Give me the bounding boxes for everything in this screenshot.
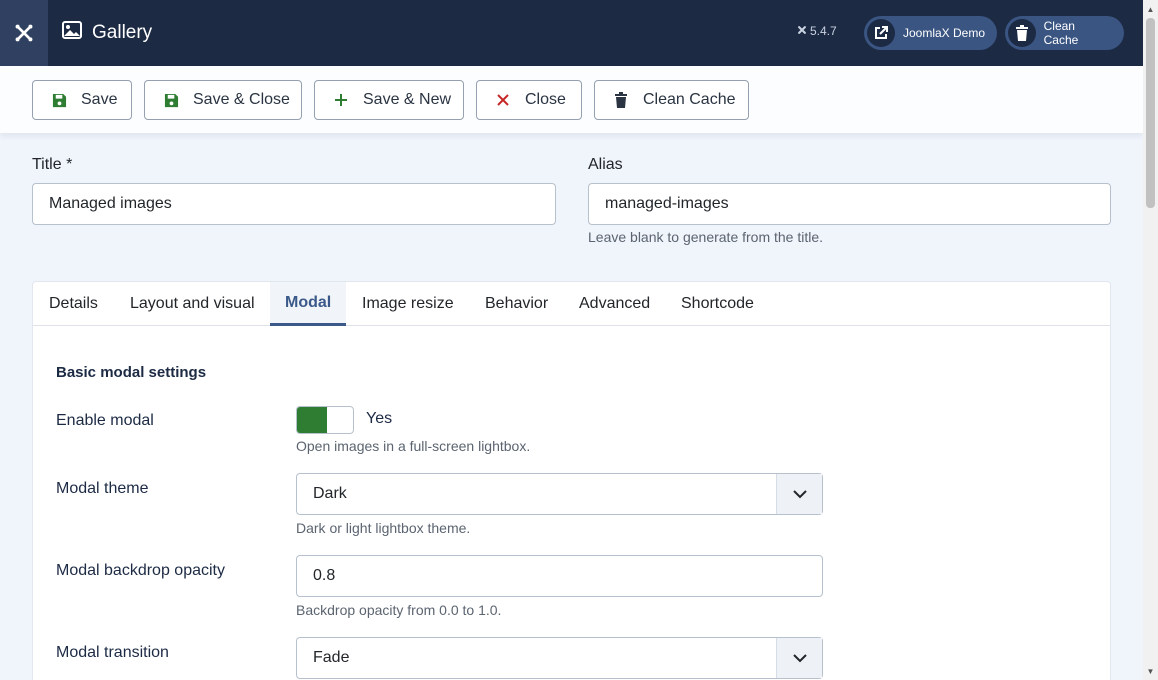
trash-icon [613, 92, 629, 108]
header-clean-cache-button[interactable]: Clean Cache [1005, 16, 1124, 50]
tab-details[interactable]: Details [49, 282, 98, 326]
tab-behavior[interactable]: Behavior [485, 282, 548, 326]
joomla-logo-icon[interactable] [0, 0, 48, 66]
tab-shortcode[interactable]: Shortcode [681, 282, 754, 326]
tab-advanced[interactable]: Advanced [579, 282, 650, 326]
enable-modal-help: Open images in a full-screen lightbox. [296, 438, 531, 454]
save-close-button[interactable]: Save & Close [144, 80, 302, 120]
section-title: Basic modal settings [56, 364, 207, 381]
version-badge: 5.4.7 [797, 24, 837, 38]
tab-layout-and-visual[interactable]: Layout and visual [130, 282, 255, 326]
tab-bar: Details Layout and visual Modal Image re… [33, 282, 1110, 326]
title-input[interactable]: Managed images [32, 183, 556, 225]
plus-icon [333, 93, 349, 107]
joomla-small-icon [797, 24, 807, 38]
chevron-down-icon [776, 638, 822, 678]
external-link-icon [867, 19, 895, 47]
image-icon [62, 21, 82, 45]
toggle-on-indicator [297, 407, 327, 433]
close-button[interactable]: Close [476, 80, 582, 120]
title-label: Title * [32, 156, 73, 173]
scrollbar-thumb[interactable] [1146, 18, 1155, 208]
close-label: Close [525, 91, 566, 108]
page-scrollbar[interactable]: ▲ ▼ [1143, 0, 1158, 680]
save-new-button[interactable]: Save & New [314, 80, 464, 120]
alias-input[interactable]: managed-images [588, 183, 1111, 225]
backdrop-opacity-label: Modal backdrop opacity [56, 562, 225, 579]
modal-theme-help: Dark or light lightbox theme. [296, 520, 471, 536]
x-icon [495, 94, 511, 106]
alias-label: Alias [588, 156, 623, 173]
modal-theme-label: Modal theme [56, 480, 149, 497]
version-text: 5.4.7 [810, 24, 837, 38]
save-button[interactable]: Save [32, 80, 132, 120]
floppy-disk-icon [163, 93, 179, 108]
settings-card: Details Layout and visual Modal Image re… [32, 281, 1111, 680]
modal-transition-select[interactable]: Fade [296, 637, 823, 679]
joomlax-demo-label: JoomlaX Demo [902, 26, 986, 40]
backdrop-opacity-input[interactable]: 0.8 [296, 555, 823, 597]
enable-modal-label: Enable modal [56, 412, 154, 429]
enable-modal-toggle[interactable] [296, 406, 354, 434]
page-title: Gallery [62, 0, 152, 66]
enable-modal-value: Yes [366, 410, 393, 427]
app-header: Gallery 5.4.7 JoomlaX Demo Clean Cache [0, 0, 1143, 66]
modal-theme-value: Dark [313, 485, 347, 502]
save-label: Save [81, 91, 118, 108]
scroll-down-arrow-icon[interactable]: ▼ [1146, 666, 1155, 676]
tab-image-resize[interactable]: Image resize [362, 282, 454, 326]
clean-cache-button[interactable]: Clean Cache [594, 80, 749, 120]
modal-transition-value: Fade [313, 649, 350, 666]
joomlax-demo-button[interactable]: JoomlaX Demo [864, 16, 997, 50]
toolbar: Save Save & Close Save & New Close Clean… [0, 66, 1143, 133]
floppy-disk-icon [51, 93, 67, 108]
alias-help-text: Leave blank to generate from the title. [588, 229, 824, 245]
header-clean-cache-label: Clean Cache [1043, 19, 1079, 47]
tab-modal[interactable]: Modal [270, 282, 347, 326]
clean-cache-label: Clean Cache [643, 91, 736, 108]
chevron-down-icon [776, 474, 822, 514]
page-title-text: Gallery [92, 22, 153, 43]
modal-theme-select[interactable]: Dark [296, 473, 823, 515]
save-close-label: Save & Close [193, 91, 290, 108]
scroll-up-arrow-icon[interactable]: ▲ [1146, 4, 1155, 14]
trash-icon [1008, 19, 1036, 47]
modal-transition-label: Modal transition [56, 644, 169, 661]
save-new-label: Save & New [363, 91, 452, 108]
backdrop-opacity-help: Backdrop opacity from 0.0 to 1.0. [296, 602, 502, 618]
